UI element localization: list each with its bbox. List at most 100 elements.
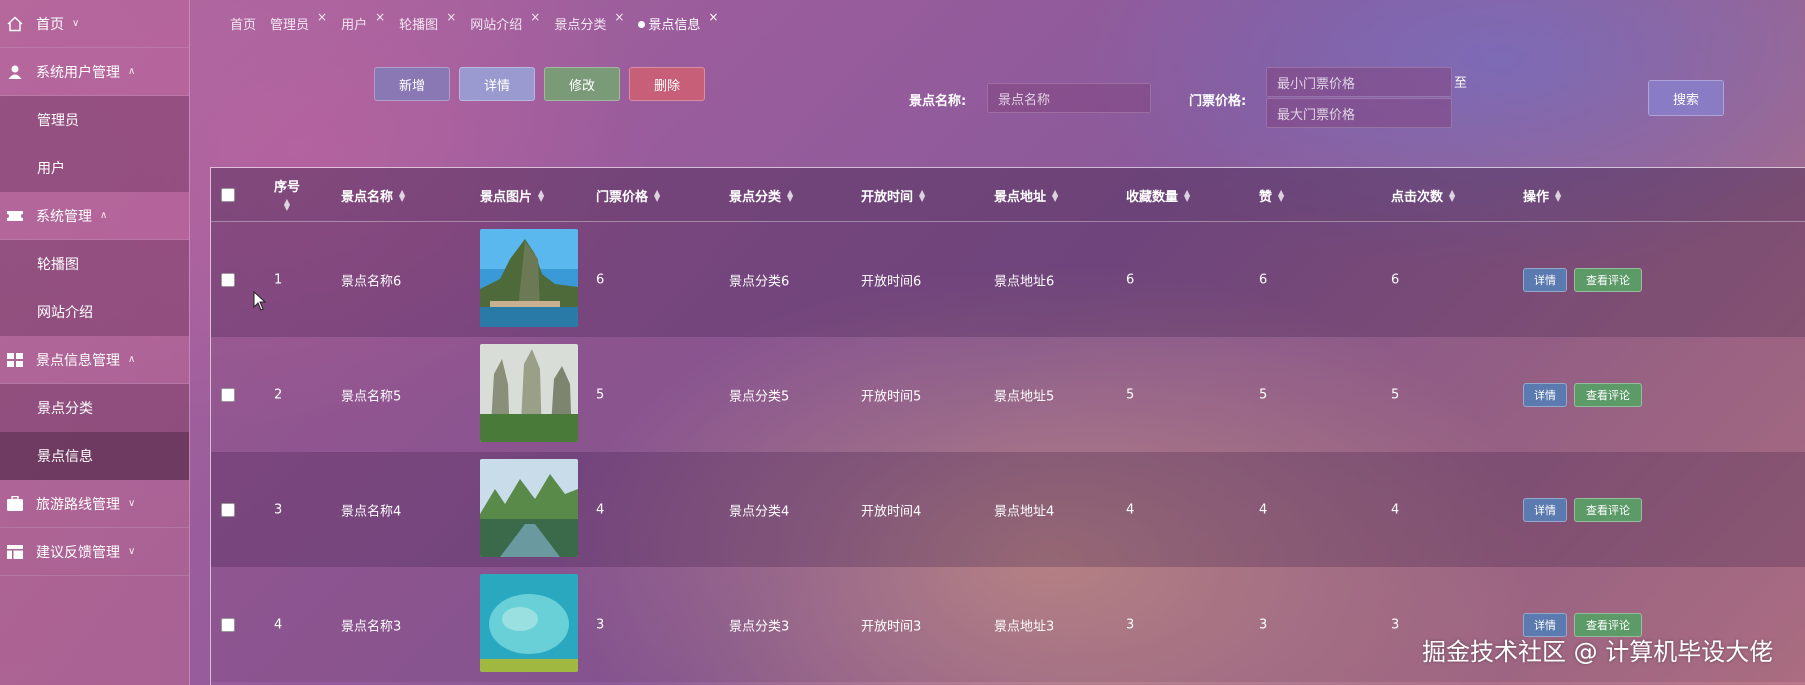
cell-open-time: 开放时间6 [861, 274, 922, 289]
select-all-checkbox[interactable] [221, 188, 235, 202]
cell-category: 景点分类4 [729, 504, 790, 519]
header-name[interactable]: 景点名称 ▲ ▼ [341, 186, 405, 205]
cell-price: 6 [596, 272, 605, 287]
tab-label: 景点信息 [648, 18, 701, 33]
header-address[interactable]: 景点地址 ▲ ▼ [994, 186, 1058, 205]
row-detail-button[interactable]: 详情 [1523, 267, 1567, 292]
menu-feedback-label: 建议反馈管理 [36, 544, 120, 561]
header-open-time[interactable]: 开放时间 ▲ ▼ [861, 186, 925, 205]
header-image[interactable]: 景点图片 ▲ ▼ [480, 186, 544, 205]
close-icon[interactable]: × [530, 10, 540, 24]
detail-button[interactable]: 详情 [459, 67, 535, 101]
header-category[interactable]: 景点分类 ▲ ▼ [729, 186, 793, 205]
layout-icon [6, 543, 24, 561]
search-button[interactable]: 搜索 [1648, 80, 1724, 116]
ticket-icon [6, 207, 24, 225]
tab-users[interactable]: 用户 × [341, 10, 385, 33]
chevron-up-icon: ∧ [128, 66, 136, 77]
cell-likes: 4 [1259, 502, 1268, 517]
table-row[interactable]: 1 景点名称6 6 景点分类6 开放时间6 景点地址6 6 6 6 详情 查看评… [211, 222, 1805, 337]
tab-scenic-category[interactable]: 景点分类 × [554, 10, 624, 33]
row-checkbox[interactable] [221, 387, 235, 402]
chevron-down-icon: ∨ [128, 546, 136, 557]
header-favorites[interactable]: 收藏数量 ▲ ▼ [1126, 186, 1190, 205]
menu-system-management-label: 系统管理 [36, 208, 92, 225]
menu-system-users[interactable]: 系统用户管理 ∧ [0, 48, 189, 96]
view-comments-button[interactable]: 查看评论 [1574, 382, 1642, 407]
close-icon[interactable]: × [446, 10, 456, 24]
tab-label: 管理员 [270, 18, 310, 33]
tab-admin[interactable]: 管理员 × [270, 10, 327, 33]
cell-address: 景点地址5 [994, 389, 1055, 404]
cell-favorites: 6 [1126, 272, 1135, 287]
chevron-up-icon: ∧ [100, 210, 108, 221]
close-icon[interactable]: × [708, 10, 718, 24]
sidebar-item-carousel[interactable]: 轮播图 [0, 240, 189, 288]
cell-no: 1 [274, 272, 283, 287]
chevron-down-icon: ∨ [128, 498, 136, 509]
row-checkbox[interactable] [221, 617, 235, 632]
menu-system-users-label: 系统用户管理 [36, 64, 120, 81]
sidebar-item-admin[interactable]: 管理员 [0, 96, 189, 144]
row-detail-button[interactable]: 详情 [1523, 497, 1567, 522]
row-checkbox[interactable] [221, 502, 235, 517]
menu-scenic-management-label: 景点信息管理 [36, 352, 120, 369]
sidebar-item-users[interactable]: 用户 [0, 144, 189, 192]
add-button[interactable]: 新增 [374, 67, 450, 101]
cell-likes: 3 [1259, 617, 1268, 632]
header-likes[interactable]: 赞 ▲ ▼ [1259, 186, 1284, 205]
grid-icon [6, 351, 24, 369]
header-clicks[interactable]: 点击次数 ▲ ▼ [1391, 186, 1455, 205]
header-no[interactable]: 序号 ▲ ▼ [274, 176, 300, 212]
tab-label: 网站介绍 [470, 18, 523, 33]
cell-open-time: 开放时间5 [861, 389, 922, 404]
menu-system-management[interactable]: 系统管理 ∧ [0, 192, 189, 240]
close-icon[interactable]: × [317, 10, 327, 24]
cell-no: 3 [274, 502, 283, 517]
cell-open-time: 开放时间3 [861, 619, 922, 634]
table-row[interactable]: 3 景点名称4 4 景点分类4 开放时间4 景点地址4 4 4 4 详情 查看评… [211, 452, 1805, 567]
row-detail-button[interactable]: 详情 [1523, 382, 1567, 407]
tab-bar: 首页 管理员 × 用户 × 轮播图 × 网站介绍 × 景点分类 × 景点信息 × [230, 10, 732, 33]
tab-label: 用户 [341, 18, 368, 33]
view-comments-button[interactable]: 查看评论 [1574, 497, 1642, 522]
table-row[interactable]: 2 景点名称5 5 景点分类5 开放时间5 景点地址5 5 5 5 详情 查看评… [211, 337, 1805, 452]
sidebar-item-scenic-category[interactable]: 景点分类 [0, 384, 189, 432]
tab-site-intro[interactable]: 网站介绍 × [470, 10, 540, 33]
scenic-name-input[interactable]: 景点名称 [987, 83, 1151, 113]
tab-carousel[interactable]: 轮播图 × [399, 10, 456, 33]
menu-feedback[interactable]: 建议反馈管理 ∨ [0, 528, 189, 576]
menu-scenic-management[interactable]: 景点信息管理 ∧ [0, 336, 189, 384]
tab-scenic-info[interactable]: 景点信息 × [638, 10, 718, 33]
close-icon[interactable]: × [614, 10, 624, 24]
cell-category: 景点分类6 [729, 274, 790, 289]
cell-name: 景点名称6 [341, 274, 402, 289]
sort-icon: ▲ ▼ [787, 187, 794, 203]
row-checkbox[interactable] [221, 272, 235, 287]
delete-button[interactable]: 删除 [629, 67, 705, 101]
sidebar-item-scenic-info[interactable]: 景点信息 [0, 432, 189, 480]
menu-travel-routes[interactable]: 旅游路线管理 ∨ [0, 480, 189, 528]
view-comments-button[interactable]: 查看评论 [1574, 267, 1642, 292]
cell-name: 景点名称4 [341, 504, 402, 519]
max-price-input[interactable]: 最大门票价格 [1266, 98, 1452, 128]
min-price-input[interactable]: 最小门票价格 [1266, 67, 1452, 97]
cell-category: 景点分类5 [729, 389, 790, 404]
scenic-thumbnail [480, 574, 578, 672]
header-price[interactable]: 门票价格 ▲ ▼ [596, 186, 660, 205]
edit-button[interactable]: 修改 [544, 67, 620, 101]
cell-name: 景点名称5 [341, 389, 402, 404]
menu-home[interactable]: 首页 ∨ [0, 0, 189, 48]
sort-icon: ▲ ▼ [283, 197, 291, 212]
scenic-thumbnail [480, 229, 578, 327]
sidebar-item-site-intro[interactable]: 网站介绍 [0, 288, 189, 336]
cell-address: 景点地址3 [994, 619, 1055, 634]
briefcase-icon [6, 495, 24, 513]
tab-label: 首页 [230, 18, 257, 33]
cell-name: 景点名称3 [341, 619, 402, 634]
close-icon[interactable]: × [375, 10, 385, 24]
scenic-thumbnail [480, 344, 578, 442]
ticket-price-label: 门票价格: [1189, 94, 1247, 109]
chevron-up-icon: ∧ [128, 354, 136, 365]
tab-home[interactable]: 首页 [230, 14, 256, 33]
